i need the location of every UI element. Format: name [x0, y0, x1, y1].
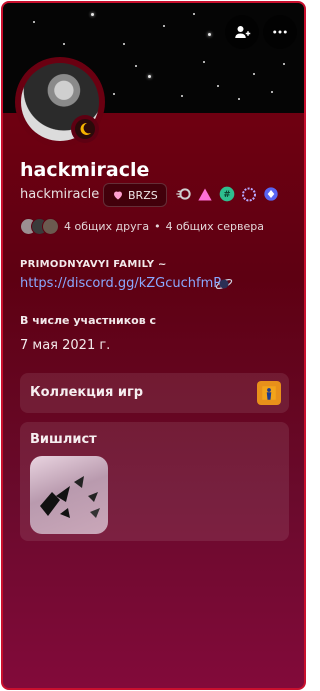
mutual-servers-count[interactable]: 4 общих сервера [166, 220, 264, 233]
more-icon [273, 30, 287, 34]
moon-status-icon [80, 122, 91, 135]
username[interactable]: hackmiracle [20, 187, 99, 202]
invite-link[interactable]: https://discord.gg/kZGcuchfmR [20, 276, 222, 291]
mutual-friends-count[interactable]: 4 общих друга [64, 220, 149, 233]
triangle-badge-icon[interactable] [197, 186, 213, 202]
speed-badge-icon[interactable] [175, 186, 191, 202]
ring-badge-icon[interactable] [241, 186, 257, 202]
counter-strike-icon[interactable] [257, 381, 281, 405]
guild-tag-label: BRZS [128, 188, 158, 202]
bio-title: PRIMODNYAVYI FAMILY ~ [20, 259, 167, 270]
add-friend-button[interactable] [225, 15, 259, 49]
member-since-date: 7 мая 2021 г. [20, 338, 111, 353]
member-since-label: В числе участников с [20, 314, 157, 327]
hashtag-badge-icon[interactable]: # [219, 186, 235, 202]
wishlist-item-image[interactable] [30, 456, 108, 534]
guild-tag[interactable]: BRZS [103, 183, 167, 207]
profile-card: hackmiracle hackmiracle BRZS # 4 общих д [1, 1, 306, 690]
more-options-button[interactable] [263, 15, 297, 49]
mini-avatar [42, 218, 59, 235]
wishlist-title: Вишлист [30, 432, 97, 447]
planet-emoji-icon [215, 278, 233, 290]
display-name: hackmiracle [20, 159, 150, 181]
badge-list: # [175, 186, 279, 202]
svg-text:#: # [223, 190, 230, 200]
separator-dot: • [154, 220, 161, 233]
mutual-avatars [20, 218, 59, 235]
diamond-badge-icon[interactable] [263, 186, 279, 202]
status-indicator [71, 115, 99, 143]
wishlist-panel: Вишлист [20, 422, 289, 541]
mutual-info[interactable]: 4 общих друга • 4 общих сервера [20, 218, 264, 235]
add-friend-icon [235, 26, 251, 38]
game-collection-panel[interactable]: Коллекция игр [20, 373, 289, 413]
game-collection-title: Коллекция игр [30, 385, 144, 400]
heart-icon [114, 191, 122, 200]
